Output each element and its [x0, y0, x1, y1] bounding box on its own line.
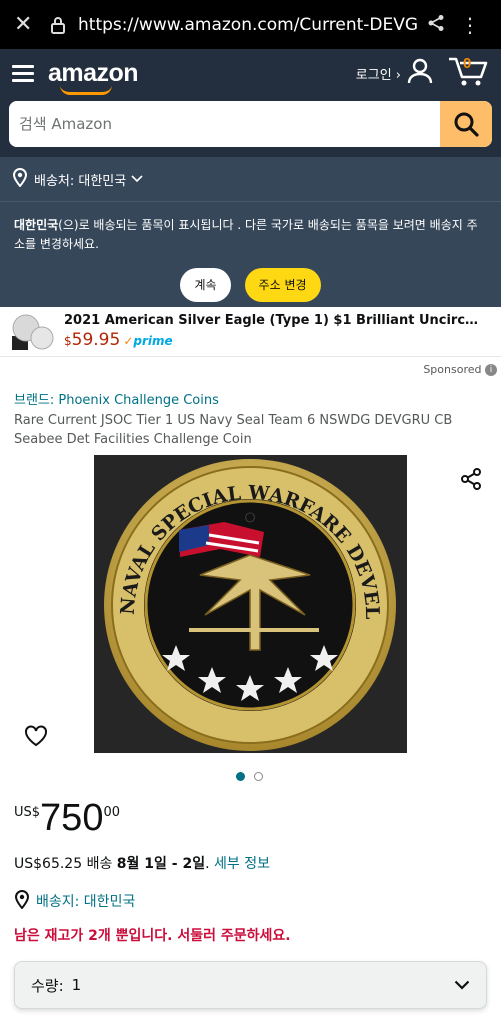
ad-title[interactable]: 2021 American Silver Eagle (Type 1) $1 B… — [64, 313, 484, 328]
prime-badge: ✓prime — [123, 334, 172, 348]
prime-check-icon: ✓ — [123, 334, 134, 348]
continue-button[interactable]: 계속 — [180, 268, 231, 302]
pagination-dot[interactable] — [254, 772, 263, 781]
search-bar — [9, 101, 492, 147]
location-pin-icon — [14, 889, 30, 913]
deliver-to-text: 배송지: 대한민국 — [36, 894, 136, 910]
search-button[interactable] — [440, 101, 492, 147]
lock-icon[interactable] — [50, 16, 78, 34]
more-options-icon[interactable]: ⋮ — [453, 13, 487, 37]
delivery-label: 배송처: 대한민국 — [34, 173, 127, 189]
shipping-price: US$65.25 배송 — [14, 856, 113, 872]
ad-price-value: 59.95 — [71, 330, 121, 350]
chevron-down-icon — [454, 976, 470, 994]
brand-link[interactable]: 브랜드: Phoenix Challenge Coins — [0, 381, 501, 408]
share-icon[interactable] — [419, 13, 453, 37]
details-link[interactable]: 세부 정보 — [214, 856, 270, 872]
product-image[interactable]: NAVAL SPECIAL WARFARE DEVELOPMENT GROUP … — [94, 455, 407, 753]
cart-count: 0 — [463, 55, 472, 72]
stock-message: 남은 재고가 2개 뿐입니다. 서둘러 주문하세요. — [14, 928, 291, 944]
amazon-header: amazon 로그인 › 0 — [0, 49, 501, 157]
search-input[interactable] — [9, 101, 440, 147]
logo-smile — [60, 85, 112, 95]
pagination-dot-active[interactable] — [236, 772, 245, 781]
price-currency: US$ — [14, 805, 41, 820]
country-notice: 대한민국(으)로 배송되는 품목이 표시됩니다 . 다른 국가로 배송되는 품목… — [0, 201, 501, 307]
delivery-location-bar[interactable]: 배송처: 대한민국 — [0, 157, 501, 201]
ad-product-image — [10, 312, 54, 352]
prime-label: prime — [133, 334, 173, 348]
shipping-dates: 8월 1일 - 2일 — [116, 856, 206, 872]
sponsored-text: Sponsored — [423, 363, 482, 376]
quantity-value: 1 — [71, 976, 82, 994]
price-block: US$ 750 00 — [0, 785, 501, 845]
product-title: Rare Current JSOC Tier 1 US Navy Seal Te… — [14, 413, 453, 447]
location-pin-icon — [12, 167, 28, 191]
browser-url-bar: ✕ https://www.amazon.com/Current-DEVGRU … — [0, 0, 501, 49]
share-button[interactable] — [459, 467, 483, 495]
price-whole: 750 — [40, 797, 104, 839]
quantity-select[interactable]: 수량: 1 — [14, 961, 487, 1009]
notice-country: 대한민국 — [14, 218, 59, 232]
notice-message: (으)로 배송되는 품목이 표시됩니다 . 다른 국가로 배송되는 품목을 보려… — [14, 218, 478, 251]
price-fraction: 00 — [103, 805, 120, 820]
notice-text: 대한민국(으)로 배송되는 품목이 표시됩니다 . 다른 국가로 배송되는 품목… — [14, 216, 487, 254]
wishlist-button[interactable] — [24, 725, 48, 751]
user-icon[interactable] — [407, 58, 433, 88]
heart-icon — [25, 725, 47, 747]
svg-text:◦: ◦ — [240, 499, 260, 539]
share-icon — [461, 468, 481, 490]
ad-price-currency: $ — [64, 334, 72, 348]
chevron-down-icon — [131, 172, 143, 187]
sponsored-label[interactable]: Sponsored i — [0, 357, 501, 381]
amazon-logo[interactable]: amazon — [48, 58, 139, 95]
shipping-period: . — [205, 856, 210, 872]
logo-text: amazon — [48, 58, 139, 87]
image-pagination — [236, 772, 263, 781]
close-icon[interactable]: ✕ — [14, 12, 50, 37]
info-icon[interactable]: i — [485, 364, 497, 376]
search-icon — [454, 112, 479, 137]
product-image-gallery: NAVAL SPECIAL WARFARE DEVELOPMENT GROUP … — [0, 455, 501, 785]
deliver-to-link[interactable]: 배송지: 대한민국 — [0, 873, 501, 913]
change-address-button[interactable]: 주소 변경 — [244, 268, 321, 302]
cart-button[interactable]: 0 — [447, 53, 489, 93]
url-text[interactable]: https://www.amazon.com/Current-DEVGRU — [78, 15, 419, 35]
signin-link[interactable]: 로그인 › — [356, 64, 401, 83]
menu-icon[interactable] — [12, 61, 34, 86]
ad-price: $ 59.95 ✓prime — [64, 330, 484, 350]
quantity-label: 수량: — [31, 976, 64, 995]
sponsored-ad-banner[interactable]: 2021 American Silver Eagle (Type 1) $1 B… — [0, 307, 501, 357]
shipping-info: US$65.25 배송 8월 1일 - 2일. 세부 정보 — [0, 845, 501, 873]
